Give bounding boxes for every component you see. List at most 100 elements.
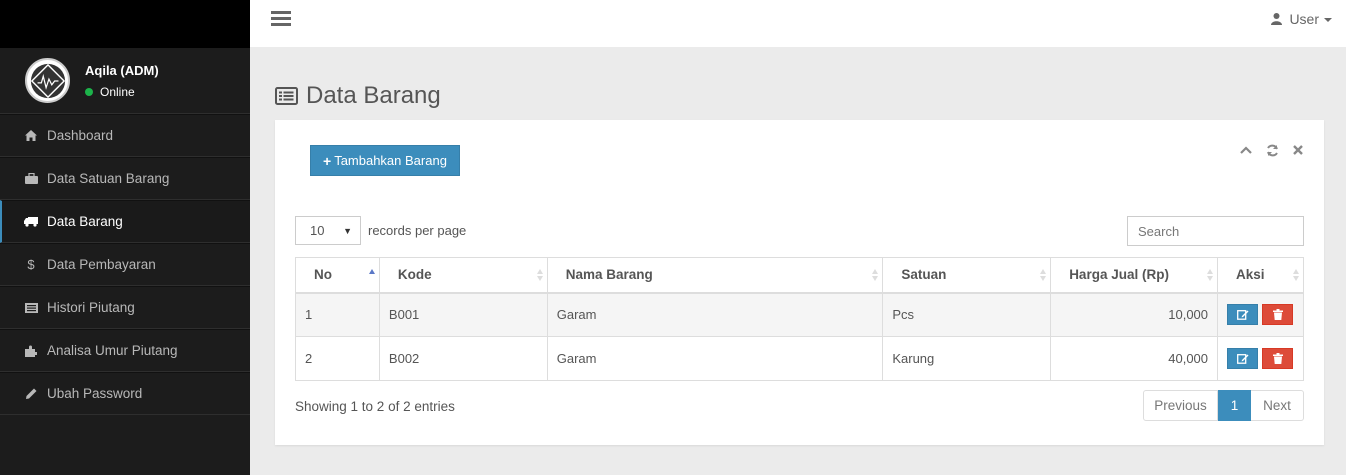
- sidebar-logo-bar: [0, 0, 250, 48]
- sidebar-item-dashboard[interactable]: Dashboard: [0, 114, 250, 157]
- puzzle-icon: [24, 345, 38, 357]
- truck-icon: [24, 216, 38, 227]
- cell-kode: B002: [378, 336, 548, 381]
- sidebar-item-label: Data Pembayaran: [47, 257, 156, 272]
- sidebar-item-data-pembayaran[interactable]: $ Data Pembayaran: [0, 243, 250, 286]
- delete-button[interactable]: [1262, 348, 1294, 369]
- caret-down-icon: [1324, 18, 1332, 22]
- panel-tools: [1238, 142, 1306, 158]
- close-icon[interactable]: [1290, 142, 1306, 158]
- briefcase-icon: [24, 173, 38, 184]
- online-dot-icon: [85, 87, 93, 96]
- trash-icon: [1272, 309, 1283, 321]
- records-per-page-select[interactable]: 10 ▼: [295, 216, 361, 245]
- sort-icon: [1040, 269, 1047, 281]
- dollar-icon: $: [27, 257, 35, 272]
- records-per-page-label: records per page: [368, 223, 467, 238]
- user-icon: [1271, 13, 1283, 25]
- table-header-row: No Kode Nama Barang Satuan Harga Jual (R…: [295, 257, 1304, 294]
- delete-button[interactable]: [1262, 304, 1294, 326]
- cell-satuan: Karung: [882, 336, 1052, 381]
- column-header-label: No: [314, 267, 332, 283]
- page-title: Data Barang: [275, 82, 441, 110]
- sidebar-item-data-satuan-barang[interactable]: Data Satuan Barang: [0, 157, 250, 200]
- sort-icon: [536, 269, 543, 281]
- edit-button[interactable]: [1227, 348, 1259, 369]
- sidebar-item-histori-piutang[interactable]: Histori Piutang: [0, 286, 250, 329]
- sort-icon: [1207, 269, 1214, 281]
- refresh-icon[interactable]: [1264, 142, 1280, 158]
- sidebar-item-label: Ubah Password: [47, 386, 143, 401]
- add-item-button[interactable]: + Tambahkan Barang: [310, 145, 460, 176]
- edit-icon: [1236, 310, 1249, 321]
- pagination: Previous 1 Next: [1143, 390, 1304, 421]
- table-info: Showing 1 to 2 of 2 entries: [295, 399, 455, 414]
- column-header-no[interactable]: No: [295, 257, 380, 294]
- page-button-1[interactable]: 1: [1218, 390, 1251, 421]
- cell-harga: 10,000: [1050, 292, 1219, 337]
- column-header-harga-jual[interactable]: Harga Jual (Rp): [1050, 257, 1219, 294]
- cell-aksi: [1217, 336, 1304, 381]
- sidebar-item-label: Data Barang: [47, 214, 123, 229]
- page-title-text: Data Barang: [306, 82, 441, 109]
- avatar: [25, 58, 70, 103]
- cell-nama: Garam: [546, 292, 884, 337]
- sidebar-menu: Dashboard Data Satuan Barang Data Barang…: [0, 114, 250, 415]
- column-header-label: Aksi: [1236, 267, 1265, 283]
- sidebar-toggle-icon[interactable]: [271, 11, 291, 27]
- data-panel: + Tambahkan Barang 10 ▼ records per page…: [275, 120, 1324, 445]
- list-alt-icon: [24, 302, 38, 313]
- list-alt-icon: [275, 87, 298, 105]
- sidebar-item-label: Dashboard: [47, 128, 114, 143]
- column-header-kode[interactable]: Kode: [378, 257, 548, 294]
- user-panel: Aqila (ADM) Online: [0, 48, 250, 114]
- sidebar-item-label: Data Satuan Barang: [47, 171, 170, 186]
- cell-harga: 40,000: [1050, 336, 1219, 381]
- pencil-icon: [24, 388, 38, 400]
- cell-no: 1: [295, 292, 380, 337]
- column-header-label: Kode: [397, 267, 432, 283]
- cell-nama: Garam: [546, 336, 884, 381]
- user-dropdown[interactable]: User: [1271, 11, 1332, 27]
- column-header-label: Nama Barang: [565, 267, 653, 283]
- sort-asc-icon: [368, 269, 375, 274]
- column-header-label: Harga Jual (Rp): [1069, 267, 1169, 283]
- user-status-label: Online: [100, 84, 135, 99]
- collapse-icon[interactable]: [1238, 142, 1254, 158]
- user-name: Aqila (ADM): [85, 62, 159, 78]
- cell-satuan: Pcs: [882, 292, 1052, 337]
- column-header-satuan[interactable]: Satuan: [882, 257, 1052, 294]
- trash-icon: [1272, 353, 1283, 364]
- edit-icon: [1236, 354, 1249, 364]
- user-status: Online: [85, 85, 159, 99]
- sidebar-item-label: Analisa Umur Piutang: [47, 343, 178, 358]
- sidebar: Aqila (ADM) Online Dashboard Data Satuan…: [0, 0, 250, 475]
- user-dropdown-label: User: [1289, 11, 1319, 27]
- plus-icon: +: [323, 152, 332, 169]
- home-icon: [24, 130, 38, 141]
- edit-button[interactable]: [1227, 304, 1259, 326]
- sidebar-item-ubah-password[interactable]: Ubah Password: [0, 372, 250, 415]
- column-header-aksi[interactable]: Aksi: [1217, 257, 1304, 294]
- chevron-down-icon: ▼: [343, 225, 352, 236]
- search-input[interactable]: [1127, 216, 1304, 246]
- cell-kode: B001: [378, 292, 548, 337]
- sidebar-item-analisa-umur-piutang[interactable]: Analisa Umur Piutang: [0, 329, 250, 372]
- table-row: 2 B002 Garam Karung 40,000: [295, 336, 1304, 381]
- cell-aksi: [1217, 292, 1304, 337]
- sidebar-item-label: Histori Piutang: [47, 300, 135, 315]
- add-item-button-label: Tambahkan Barang: [334, 153, 447, 168]
- top-navbar: User: [250, 0, 1346, 47]
- column-header-label: Satuan: [901, 267, 947, 283]
- sort-icon: [872, 269, 879, 281]
- next-page-button[interactable]: Next: [1251, 390, 1304, 421]
- records-per-page-value: 10: [310, 223, 325, 238]
- table-row: 1 B001 Garam Pcs 10,000: [295, 292, 1304, 337]
- previous-page-button[interactable]: Previous: [1143, 390, 1218, 421]
- data-table: No Kode Nama Barang Satuan Harga Jual (R…: [295, 257, 1304, 381]
- column-header-nama-barang[interactable]: Nama Barang: [546, 257, 884, 294]
- sort-icon: [1293, 269, 1299, 281]
- sidebar-item-data-barang[interactable]: Data Barang: [0, 200, 250, 243]
- records-per-page: 10 ▼ records per page: [295, 216, 466, 245]
- avatar-logo-icon: [30, 63, 65, 98]
